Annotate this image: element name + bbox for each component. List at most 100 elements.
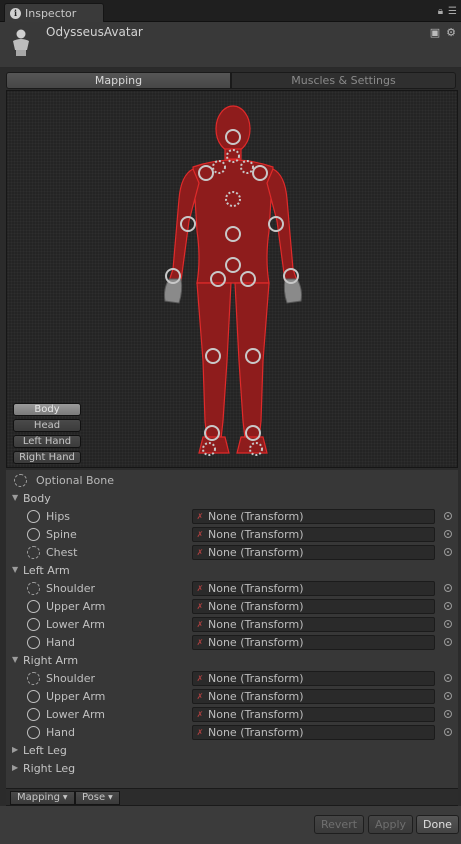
bone-row: Upper Arm ✗ None (Transform) (6, 598, 458, 616)
context-menu-icon[interactable]: ☰ (448, 6, 457, 17)
foldout-expanded-icon[interactable]: ▼ (12, 493, 18, 502)
transform-field-value: None (Transform) (208, 600, 304, 613)
transform-object-field[interactable]: ✗ None (Transform) (192, 599, 435, 614)
group-header[interactable]: ▼ Left Arm (6, 562, 458, 580)
optional-bone-icon[interactable] (27, 672, 40, 685)
transform-object-field[interactable]: ✗ None (Transform) (192, 725, 435, 740)
transform-object-field[interactable]: ✗ None (Transform) (192, 707, 435, 722)
transform-icon: ✗ (196, 584, 204, 593)
required-bone-icon[interactable] (27, 708, 40, 721)
transform-field-value: None (Transform) (208, 618, 304, 631)
body-silhouette (168, 105, 298, 454)
transform-icon: ✗ (196, 602, 204, 611)
bone-row: Upper Arm ✗ None (Transform) (6, 688, 458, 706)
transform-field-value: None (Transform) (208, 510, 304, 523)
footer-bar: Revert Apply Done (0, 806, 461, 844)
mapping-dropdown[interactable]: Mapping ▼ (10, 791, 75, 805)
help-book-icon[interactable]: ▣ (430, 26, 440, 39)
transform-field-value: None (Transform) (208, 708, 304, 721)
transform-field-value: None (Transform) (208, 582, 304, 595)
foldout-expanded-icon[interactable]: ▼ (12, 655, 18, 664)
required-bone-icon[interactable] (27, 528, 40, 541)
transform-field-value: None (Transform) (208, 672, 304, 685)
tab-title: Inspector (25, 6, 77, 20)
optional-bone-label: Optional Bone (36, 474, 115, 487)
transform-icon: ✗ (196, 692, 204, 701)
apply-button[interactable]: Apply (368, 815, 414, 834)
body-part-body-button[interactable]: Body (13, 403, 81, 416)
transform-field-value: None (Transform) (208, 546, 304, 559)
object-picker-icon[interactable] (444, 602, 452, 610)
object-picker-icon[interactable] (444, 692, 452, 700)
lock-icon[interactable]: 🔒︎ (438, 6, 443, 17)
tab-inspector[interactable]: i Inspector (4, 3, 104, 22)
foldout-collapsed-icon[interactable]: ▶ (12, 745, 18, 754)
object-picker-icon[interactable] (444, 710, 452, 718)
group-label: Left Arm (23, 564, 70, 577)
required-bone-icon[interactable] (27, 600, 40, 613)
object-picker-icon[interactable] (444, 728, 452, 736)
transform-object-field[interactable]: ✗ None (Transform) (192, 545, 435, 560)
body-part-head-button[interactable]: Head (13, 419, 81, 432)
transform-field-value: None (Transform) (208, 636, 304, 649)
bone-label: Shoulder (46, 582, 95, 595)
group-label: Right Arm (23, 654, 79, 667)
foldout-expanded-icon[interactable]: ▼ (12, 565, 18, 574)
group-header[interactable]: ▼ Body (6, 490, 458, 508)
transform-object-field[interactable]: ✗ None (Transform) (192, 689, 435, 704)
foldout-collapsed-icon[interactable]: ▶ (12, 763, 18, 772)
body-part-left-hand-button[interactable]: Left Hand (13, 435, 81, 448)
optional-bone-icon[interactable] (27, 546, 40, 559)
settings-gear-icon[interactable]: ⚙ (446, 26, 456, 39)
window-tab-strip: i Inspector 🔒︎ ☰ (0, 0, 461, 22)
transform-icon: ✗ (196, 620, 204, 629)
mapping-dropdown-label: Mapping (17, 792, 60, 803)
revert-button[interactable]: Revert (314, 815, 365, 834)
bone-label: Upper Arm (46, 690, 106, 703)
group-header[interactable]: ▶ Right Leg (6, 760, 458, 778)
bone-row: Shoulder ✗ None (Transform) (6, 580, 458, 598)
transform-icon: ✗ (196, 638, 204, 647)
transform-object-field[interactable]: ✗ None (Transform) (192, 617, 435, 632)
transform-object-field[interactable]: ✗ None (Transform) (192, 635, 435, 650)
pose-dropdown[interactable]: Pose ▼ (75, 791, 120, 805)
tab-muscles-settings[interactable]: Muscles & Settings (231, 72, 456, 89)
required-bone-icon[interactable] (27, 618, 40, 631)
group-header[interactable]: ▶ Left Leg (6, 742, 458, 760)
body-part-buttons: Body Head Left Hand Right Hand (13, 403, 81, 464)
object-picker-icon[interactable] (444, 674, 452, 682)
optional-bone-legend: Optional Bone (14, 472, 461, 490)
bone-row: Spine ✗ None (Transform) (6, 526, 458, 544)
info-icon: i (10, 7, 21, 19)
group-label: Left Leg (23, 744, 67, 757)
transform-object-field[interactable]: ✗ None (Transform) (192, 671, 435, 686)
done-button[interactable]: Done (416, 815, 459, 834)
required-bone-icon[interactable] (27, 690, 40, 703)
tab-mapping[interactable]: Mapping (6, 72, 231, 89)
required-bone-icon[interactable] (27, 726, 40, 739)
bone-label: Hand (46, 636, 75, 649)
required-bone-icon[interactable] (27, 636, 40, 649)
transform-object-field[interactable]: ✗ None (Transform) (192, 509, 435, 524)
required-bone-icon[interactable] (27, 510, 40, 523)
transform-field-value: None (Transform) (208, 726, 304, 739)
transform-object-field[interactable]: ✗ None (Transform) (192, 527, 435, 542)
object-picker-icon[interactable] (444, 548, 452, 556)
object-picker-icon[interactable] (444, 512, 452, 520)
object-picker-icon[interactable] (444, 638, 452, 646)
object-picker-icon[interactable] (444, 620, 452, 628)
mode-tabs: Mapping Muscles & Settings (6, 72, 456, 89)
bone-label: Upper Arm (46, 600, 106, 613)
object-picker-icon[interactable] (444, 530, 452, 538)
optional-bone-icon[interactable] (27, 582, 40, 595)
bone-row: Hand ✗ None (Transform) (6, 634, 458, 652)
object-picker-icon[interactable] (444, 584, 452, 592)
inspector-header: OdysseusAvatar ▣ ⚙ (0, 22, 461, 68)
transform-field-value: None (Transform) (208, 528, 304, 541)
avatar-icon (13, 29, 29, 56)
bone-row: Lower Arm ✗ None (Transform) (6, 616, 458, 634)
bone-label: Chest (46, 546, 78, 559)
group-header[interactable]: ▼ Right Arm (6, 652, 458, 670)
body-part-right-hand-button[interactable]: Right Hand (13, 451, 81, 464)
transform-object-field[interactable]: ✗ None (Transform) (192, 581, 435, 596)
